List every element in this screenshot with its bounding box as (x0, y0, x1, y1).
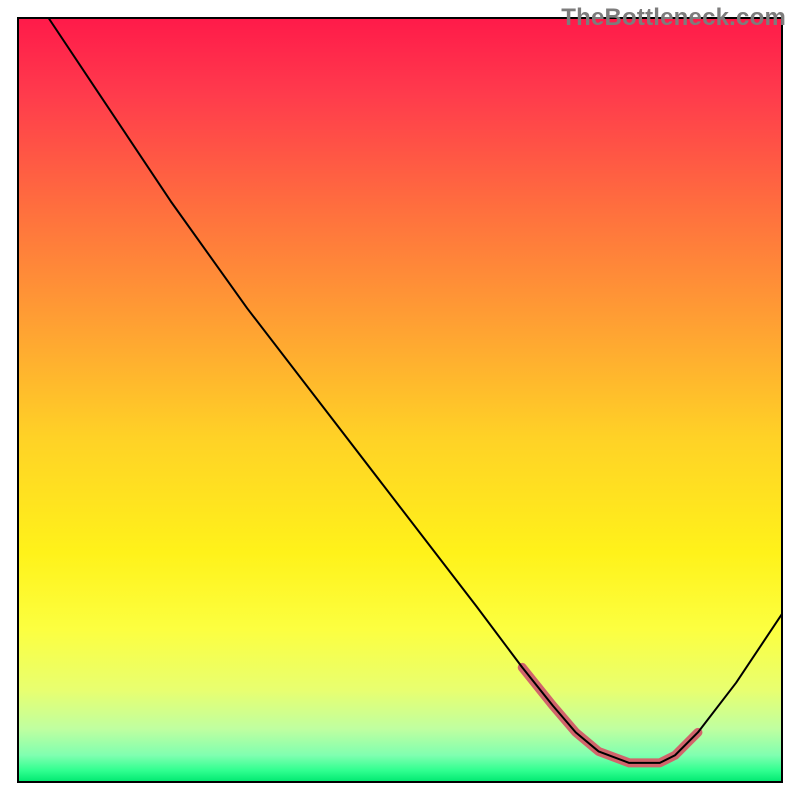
bottleneck-chart: TheBottleneck.com (0, 0, 800, 800)
watermark-label: TheBottleneck.com (561, 4, 786, 32)
chart-canvas (0, 0, 800, 800)
gradient-background (18, 18, 782, 782)
